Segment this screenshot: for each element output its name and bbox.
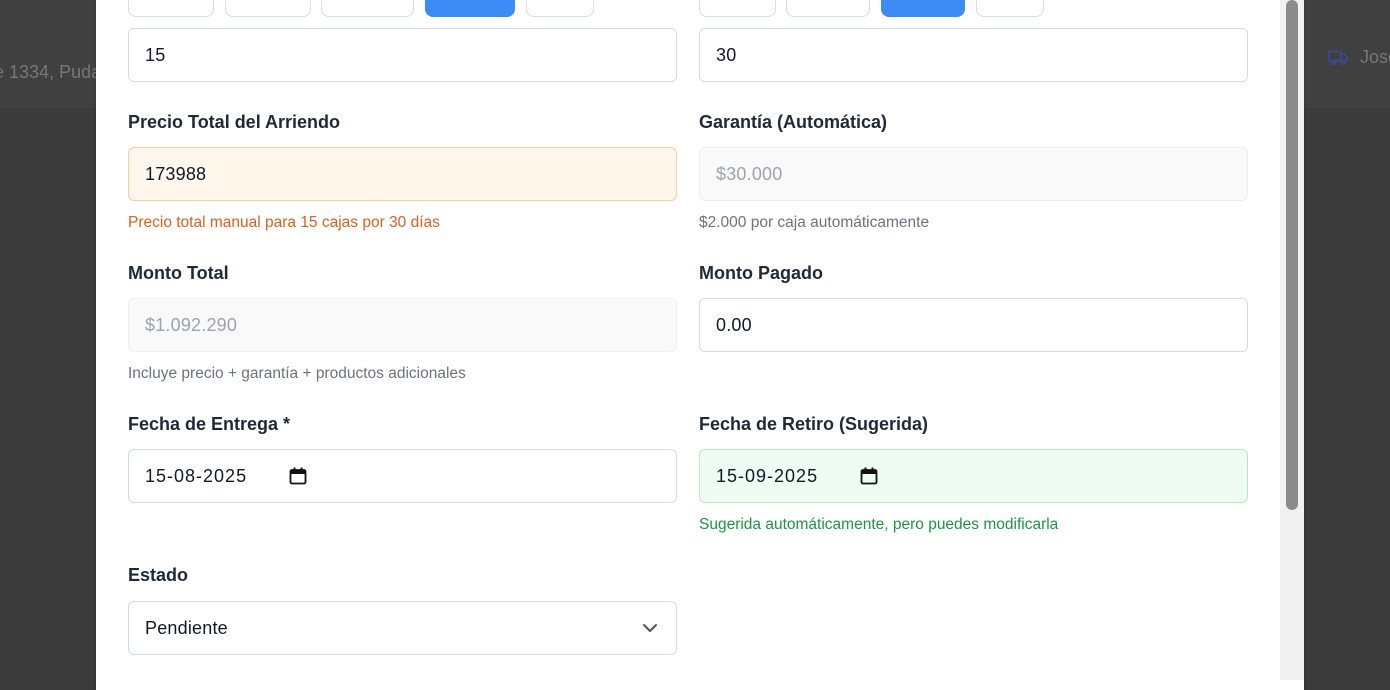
days-option-selected-button[interactable]: [881, 0, 965, 17]
days-option-button[interactable]: [699, 0, 776, 17]
days-option-button[interactable]: [786, 0, 870, 17]
delivery-date-label: Fecha de Entrega *: [128, 414, 291, 434]
pickup-date-label: Fecha de Retiro (Sugerida): [699, 414, 929, 434]
pickup-date-value: 15-09-2025: [716, 465, 819, 486]
total-amount-value: $1.092.290: [145, 314, 238, 335]
guarantee-label: Garantía (Automática): [699, 112, 888, 132]
guarantee-help: $2.000 por caja automáticamente: [699, 214, 930, 231]
guarantee-field: $30.000: [699, 147, 1248, 201]
calendar-icon[interactable]: [289, 467, 307, 485]
delivery-date-input[interactable]: 15-08-2025: [128, 449, 677, 503]
status-select[interactable]: Pendiente: [128, 601, 677, 655]
pickup-date-input[interactable]: 15-09-2025: [699, 449, 1248, 503]
quantity-option-button[interactable]: [225, 0, 311, 17]
calendar-icon[interactable]: [860, 467, 878, 485]
guarantee-value: $30.000: [716, 163, 783, 184]
quantity-option-button[interactable]: [321, 0, 414, 17]
status-selected-value: Pendiente: [145, 617, 228, 638]
background-user-name: Jose: [1360, 46, 1390, 67]
total-price-value: 173988: [145, 163, 207, 184]
quantity-input-value: 15: [145, 44, 166, 65]
quantity-option-selected-button[interactable]: [425, 0, 515, 17]
total-price-input[interactable]: 173988: [128, 147, 677, 201]
total-price-help: Precio total manual para 15 cajas por 30…: [128, 214, 440, 231]
background-user: Jose: [1328, 46, 1390, 68]
pickup-date-help: Sugerida automáticamente, pero puedes mo…: [699, 516, 1059, 533]
truck-icon: [1328, 50, 1349, 66]
modal-scrollbar-thumb[interactable]: [1286, 0, 1298, 510]
paid-amount-value: 0.00: [716, 314, 752, 335]
total-amount-help: Incluye precio + garantía + productos ad…: [128, 365, 466, 382]
status-label: Estado: [128, 565, 189, 585]
quantity-option-button[interactable]: [526, 0, 594, 17]
days-option-button[interactable]: [976, 0, 1044, 17]
total-amount-label: Monto Total: [128, 263, 229, 283]
delivery-date-value: 15-08-2025: [145, 465, 248, 486]
paid-amount-label: Monto Pagado: [699, 263, 823, 283]
days-input[interactable]: 30: [699, 28, 1248, 82]
quantity-input[interactable]: 15: [128, 28, 677, 82]
total-amount-field: $1.092.290: [128, 298, 677, 352]
chevron-down-icon: [643, 624, 657, 632]
background-address: e 1334, Puda: [0, 62, 102, 82]
total-price-label: Precio Total del Arriendo: [128, 112, 341, 132]
quantity-option-button[interactable]: [128, 0, 214, 17]
days-input-value: 30: [716, 44, 737, 65]
paid-amount-input[interactable]: 0.00: [699, 298, 1248, 352]
